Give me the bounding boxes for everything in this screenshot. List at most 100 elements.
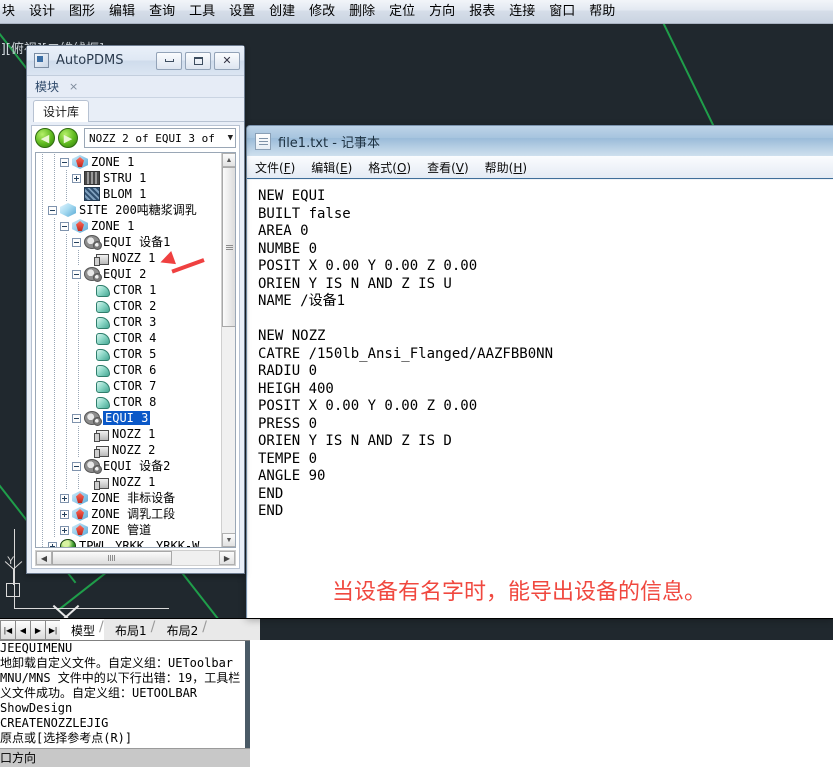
scroll-left-button[interactable]: ◀ [36, 551, 52, 565]
maximize-button[interactable] [185, 52, 211, 70]
scroll-right-button[interactable]: ▶ [219, 551, 235, 565]
nav-forward-icon[interactable]: ▶ [58, 128, 78, 148]
menu-item-5[interactable]: 工具 [182, 1, 222, 23]
tree-node[interactable]: CTOR 2 [36, 298, 221, 314]
chevron-down-icon[interactable]: ▼ [225, 133, 233, 143]
menu-item-7[interactable]: 创建 [262, 1, 302, 23]
tree-node-label[interactable]: CTOR 3 [113, 315, 156, 329]
tree-node[interactable]: BLOM 1 [36, 186, 221, 202]
tree-node-label[interactable]: ZONE 调乳工段 [91, 507, 175, 521]
close-button[interactable]: ✕ [214, 52, 240, 70]
notepad-text-area[interactable]: NEW EQUIBUILT falseAREA 0NUMBE 0POSIT X … [248, 180, 833, 618]
tree-node[interactable]: STRU 1 [36, 170, 221, 186]
tree-node[interactable]: CTOR 5 [36, 346, 221, 362]
tree-horizontal-scrollbar[interactable]: ◀ ▶ [35, 550, 236, 566]
tree-collapse-icon[interactable] [48, 206, 57, 215]
tree-node-label[interactable]: TPWL YRKK、YRKK-W [79, 539, 199, 547]
notepad-title-bar[interactable]: file1.txt - 记事本 [247, 126, 833, 156]
tree-expand-icon[interactable] [60, 494, 69, 503]
notepad-menu-3[interactable]: 查看(V) [427, 159, 469, 176]
tree-node[interactable]: ZONE 管道 [36, 522, 221, 538]
sheet-nav-button-0[interactable]: |◀ [0, 620, 15, 640]
tree-expand-icon[interactable] [48, 542, 57, 548]
scroll-up-button[interactable]: ▲ [222, 153, 236, 167]
tab-design-library[interactable]: 设计库 [33, 100, 89, 122]
tree-node[interactable]: SITE 200吨糖浆调乳 [36, 202, 221, 218]
menu-item-11[interactable]: 方向 [422, 1, 462, 23]
tree-node[interactable]: ZONE 1 [36, 218, 221, 234]
sheet-tab-1[interactable]: 布局1/ [104, 619, 156, 641]
autopdms-window[interactable]: AutoPDMS ✕ 模块 × 设计库 ◀ ▶ NOZZ 2 of EQUI 3… [26, 45, 245, 574]
notepad-window[interactable]: file1.txt - 记事本 文件(F) 编辑(E) 格式(O) 查看(V) 帮助(H… [246, 125, 833, 618]
menu-item-15[interactable]: 帮助 [582, 1, 622, 23]
menu-item-2[interactable]: 图形 [62, 1, 102, 23]
tree-node-label[interactable]: ZONE 管道 [91, 523, 151, 537]
design-tree[interactable]: ZONE 1STRU 1BLOM 1SITE 200吨糖浆调乳ZONE 1EQU… [36, 153, 221, 547]
tree-node-label[interactable]: SITE 200吨糖浆调乳 [79, 203, 197, 217]
tree-node[interactable]: NOZZ 1 [36, 426, 221, 442]
menu-item-6[interactable]: 设置 [222, 1, 262, 23]
minimize-button[interactable] [156, 52, 182, 70]
tree-node-label[interactable]: CTOR 6 [113, 363, 156, 377]
tree-node[interactable]: CTOR 6 [36, 362, 221, 378]
tree-node-label[interactable]: NOZZ 1 [112, 427, 155, 441]
menu-item-10[interactable]: 定位 [382, 1, 422, 23]
scroll-down-button[interactable]: ▼ [222, 533, 236, 547]
sheet-tab-2[interactable]: 布局2/ [156, 619, 208, 641]
h-scroll-thumb[interactable] [52, 551, 172, 565]
sheet-nav-button-3[interactable]: ▶| [45, 620, 60, 640]
tree-node-label[interactable]: NOZZ 2 [112, 443, 155, 457]
tree-node-label[interactable]: ZONE 非标设备 [91, 491, 175, 505]
tree-node-label[interactable]: CTOR 4 [113, 331, 156, 345]
tree-node[interactable]: ZONE 非标设备 [36, 490, 221, 506]
tree-node-label[interactable]: ZONE 1 [91, 219, 134, 233]
tree-node-label[interactable]: CTOR 8 [113, 395, 156, 409]
notepad-menu-0[interactable]: 文件(F) [255, 159, 295, 176]
tree-node-label[interactable]: CTOR 5 [113, 347, 156, 361]
tree-node-label[interactable]: CTOR 1 [113, 283, 156, 297]
nav-back-icon[interactable]: ◀ [35, 128, 55, 148]
tree-node[interactable]: CTOR 1 [36, 282, 221, 298]
module-close-icon[interactable]: × [69, 80, 78, 93]
tree-node-label[interactable]: CTOR 7 [113, 379, 156, 393]
tree-node[interactable]: ZONE 1 [36, 154, 221, 170]
notepad-menu-4[interactable]: 帮助(H) [485, 159, 527, 176]
menu-item-13[interactable]: 连接 [502, 1, 542, 23]
menu-item-1[interactable]: 设计 [22, 1, 62, 23]
tree-node[interactable]: EQUI 设备1 [36, 234, 221, 250]
tree-node-label[interactable]: EQUI 设备2 [103, 459, 170, 473]
sheet-tab-0[interactable]: 模型/ [60, 619, 104, 641]
tree-node-label[interactable]: NOZZ 1 [112, 251, 155, 265]
menu-item-8[interactable]: 修改 [302, 1, 342, 23]
tree-node-label[interactable]: STRU 1 [103, 171, 146, 185]
tree-collapse-icon[interactable] [60, 222, 69, 231]
tree-node-label[interactable]: EQUI 3 [103, 411, 150, 425]
sheet-nav-button-1[interactable]: ◀ [15, 620, 30, 640]
command-prompt-line[interactable]: 口方向 [0, 748, 250, 767]
tree-node[interactable]: EQUI 3 [36, 410, 221, 426]
element-path-combobox[interactable]: NOZZ 2 of EQUI 3 of ▼ [84, 128, 236, 148]
menu-item-9[interactable]: 删除 [342, 1, 382, 23]
tree-expand-icon[interactable] [60, 510, 69, 519]
sheet-nav-button-2[interactable]: ▶ [30, 620, 45, 640]
tree-expand-icon[interactable] [72, 174, 81, 183]
tree-node-label[interactable]: CTOR 2 [113, 299, 156, 313]
tree-collapse-icon[interactable] [72, 270, 81, 279]
tree-node[interactable]: NOZZ 2 [36, 442, 221, 458]
autopdms-title-bar[interactable]: AutoPDMS ✕ [27, 46, 244, 76]
tree-node-label[interactable]: EQUI 设备1 [103, 235, 170, 249]
tree-node[interactable]: ZONE 调乳工段 [36, 506, 221, 522]
tree-collapse-icon[interactable] [60, 158, 69, 167]
menu-item-12[interactable]: 报表 [462, 1, 502, 23]
design-tree-container[interactable]: ZONE 1STRU 1BLOM 1SITE 200吨糖浆调乳ZONE 1EQU… [35, 152, 236, 548]
tree-collapse-icon[interactable] [72, 238, 81, 247]
tree-node[interactable]: CTOR 4 [36, 330, 221, 346]
tree-node[interactable]: NOZZ 1 [36, 474, 221, 490]
tree-collapse-icon[interactable] [72, 462, 81, 471]
tree-node[interactable]: CTOR 7 [36, 378, 221, 394]
notepad-menu-1[interactable]: 编辑(E) [311, 159, 352, 176]
tree-node[interactable]: TPWL YRKK、YRKK-W [36, 538, 221, 547]
notepad-menu-2[interactable]: 格式(O) [368, 159, 411, 176]
tree-node-label[interactable]: NOZZ 1 [112, 475, 155, 489]
tree-node[interactable]: EQUI 设备2 [36, 458, 221, 474]
